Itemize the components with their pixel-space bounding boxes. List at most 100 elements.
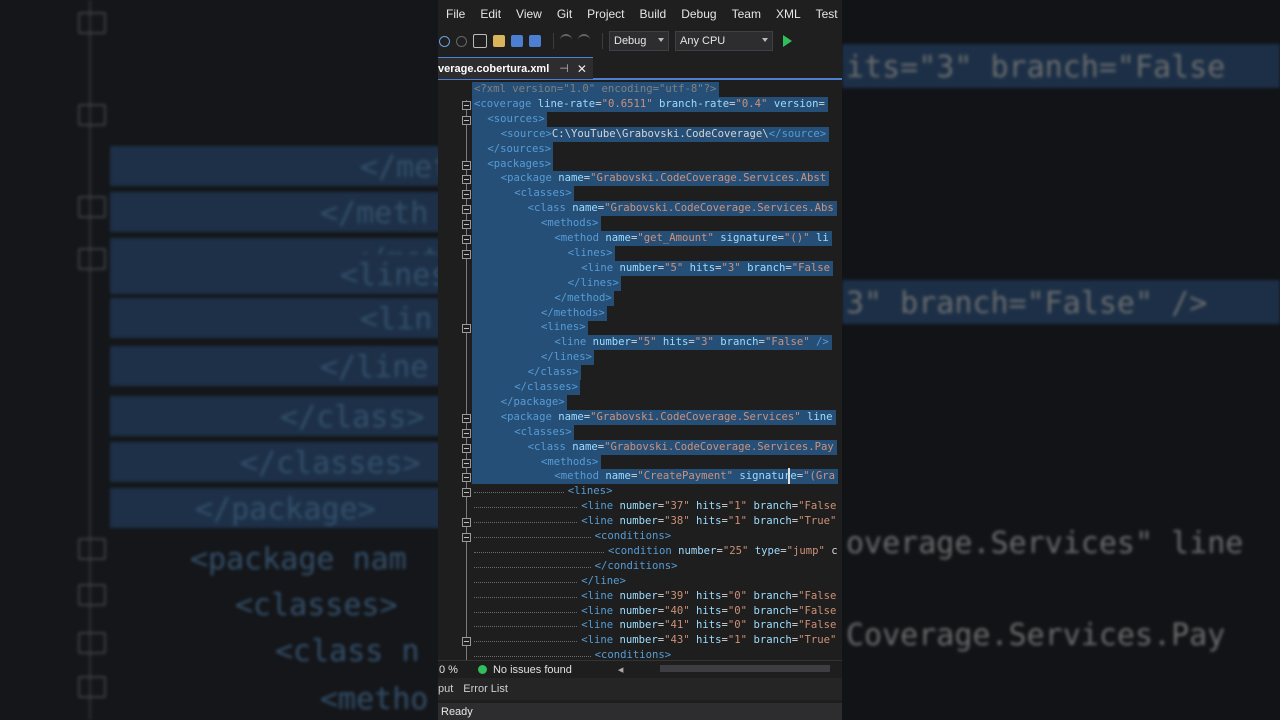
configuration-value: Debug [614,35,647,47]
code-token: <packages> [487,157,552,170]
bg-code-line: <lin [360,302,433,337]
collapse-icon[interactable] [462,443,471,453]
collapse-icon[interactable] [462,249,471,259]
code-token: "True" [798,634,837,647]
collapse-icon[interactable] [462,100,471,110]
collapse-icon[interactable] [462,413,471,423]
code-token: hits [689,619,722,632]
collapse-icon[interactable] [462,458,471,468]
solution-configuration-dropdown[interactable]: Debug [609,31,669,51]
code-token: <method [554,470,600,483]
menu-edit[interactable]: Edit [480,7,501,21]
code-token: branch [747,589,792,602]
code-token: <methods> [541,455,599,468]
collapse-icon[interactable] [462,473,471,483]
zoom-level[interactable]: 0 % [439,664,458,676]
tab-error-list[interactable]: Error List [463,683,508,695]
solution-platform-dropdown[interactable]: Any CPU [675,31,773,51]
code-token: c [824,544,838,557]
code-token: branch [747,515,792,528]
issues-status[interactable]: No issues found [493,664,572,676]
undo-icon[interactable] [560,34,572,48]
save-all-icon[interactable] [529,35,541,47]
close-icon[interactable]: ✕ [577,62,587,76]
menu-team[interactable]: Team [732,7,761,21]
code-line: <line number="39" hits="0" branch="False [474,589,836,604]
tab-coverage-cobertura-xml[interactable]: verage.cobertura.xml ⊣ ✕ [438,57,593,79]
collapse-icon[interactable] [462,488,471,498]
menu-debug[interactable]: Debug [681,7,716,21]
menu-xml[interactable]: XML [776,7,801,21]
menu-build[interactable]: Build [640,7,667,21]
menu-bar: File Edit View Git Project Build Debug T… [438,0,842,28]
menu-test[interactable]: Test [816,7,838,21]
collapse-icon[interactable] [462,160,471,170]
code-token: </package> [500,395,565,408]
collapse-icon[interactable] [462,220,471,230]
navigate-back-icon[interactable] [439,35,450,47]
menu-git[interactable]: Git [557,7,572,21]
code-token: branch [747,634,792,647]
code-token: /> [809,336,829,349]
bg-code-line: </meth [320,196,429,231]
collapse-icon[interactable] [462,518,471,528]
horizontal-scrollbar[interactable] [660,665,830,672]
new-project-icon[interactable] [473,34,487,48]
menu-file[interactable]: File [446,7,465,21]
code-token: <line [581,634,614,647]
code-token: line-rate [531,97,596,110]
document-tab-bar: verage.cobertura.xml ⊣ ✕ [438,54,842,80]
collapse-icon[interactable] [462,175,471,185]
menu-view[interactable]: View [516,7,542,21]
code-token: "37" [664,500,690,513]
code-token: branch-rate [652,97,730,110]
code-token: <methods> [541,217,599,230]
scroll-left-icon[interactable]: ◂ [618,663,624,676]
code-token: "40" [664,604,690,617]
background-blur-right: its="3" branch="False 3" branch="False" /… [842,0,1280,720]
collapse-icon[interactable] [462,637,471,647]
platform-value: Any CPU [680,35,726,47]
code-line: <line number="5" hits="3" branch="False"… [474,335,829,350]
collapse-icon[interactable] [462,115,471,125]
code-line: <package name="Grabovski.CodeCoverage.Se… [474,410,833,425]
code-token: "()" [784,232,810,244]
code-token: <lines> [567,246,613,259]
code-token: number [586,336,631,349]
pin-icon[interactable]: ⊣ [559,62,569,75]
code-token: number [671,544,717,557]
code-token: "jump" [786,544,825,557]
code-token: hits [689,634,722,647]
code-token: "(Gra [803,470,836,483]
menu-project[interactable]: Project [587,7,624,21]
code-token: <line [554,336,587,349]
collapse-icon[interactable] [462,190,471,200]
redo-icon[interactable] [578,34,590,48]
start-debugging-icon[interactable] [783,35,792,47]
collapse-icon[interactable] [462,533,471,542]
code-token: number [613,515,658,528]
tab-output[interactable]: put [438,683,453,695]
toolbar-separator [602,33,603,49]
code-token: signature [713,232,778,244]
open-folder-icon[interactable] [493,35,505,47]
code-token: name [565,440,598,453]
code-token: branch [740,261,786,274]
code-line: </lines> [474,276,619,291]
code-token: <conditions> [594,530,672,542]
code-token: number [613,604,658,617]
code-token: line [800,410,833,423]
code-token: </classes> [514,381,578,393]
collapse-icon[interactable] [462,235,471,244]
code-token: number [613,619,658,632]
navigate-forward-icon[interactable] [456,35,467,47]
collapse-icon[interactable] [462,428,471,438]
collapse-icon[interactable] [462,324,471,334]
bg-code-line: its="3" branch="False [846,50,1226,85]
save-icon[interactable] [511,35,523,47]
code-line: <method name="get_Amount" signature="()"… [474,231,828,246]
collapse-icon[interactable] [462,205,471,215]
code-token: version [767,97,819,110]
code-editor[interactable]: <?xml version="1.0" encoding="utf-8"?> <c… [438,80,842,660]
code-token: "False [798,604,837,617]
